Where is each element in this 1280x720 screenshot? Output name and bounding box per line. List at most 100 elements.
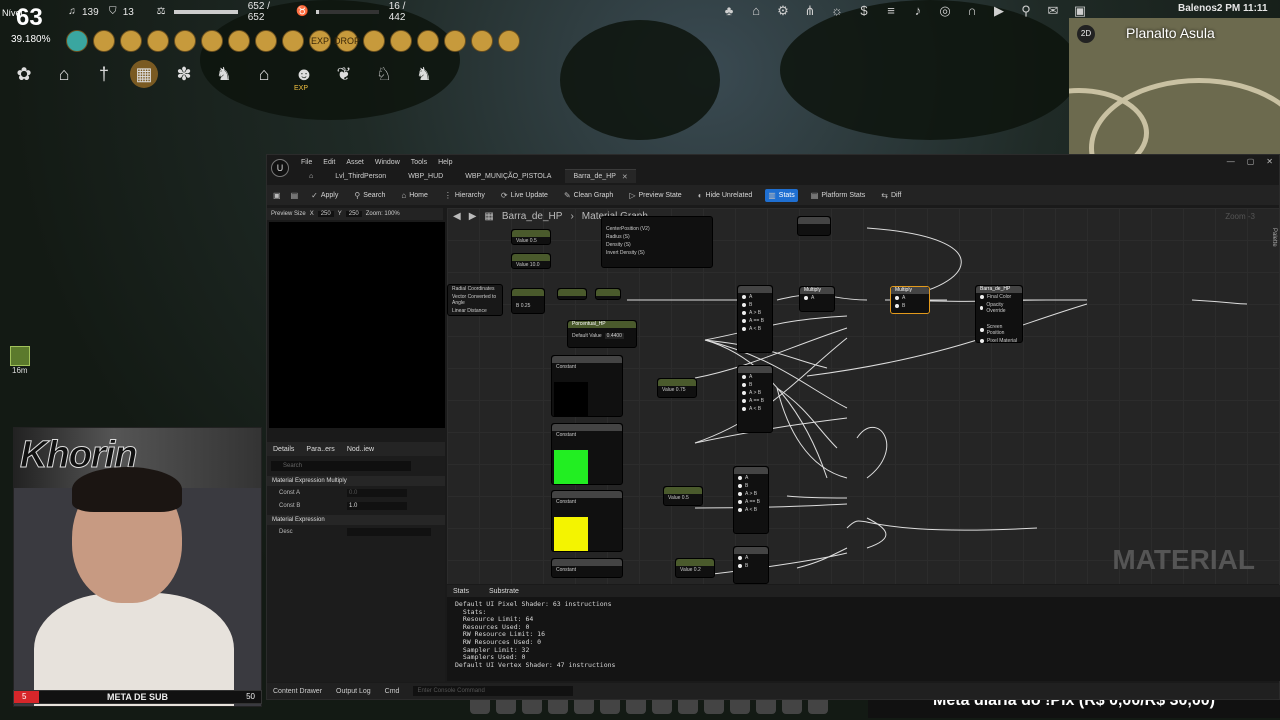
close-tab-icon[interactable]: ✕: [622, 173, 628, 181]
constant-node-4[interactable]: Constant: [551, 558, 623, 578]
buff-icon[interactable]: [417, 30, 439, 52]
bell-icon[interactable]: ♪: [909, 2, 927, 20]
buff-icon[interactable]: [390, 30, 412, 52]
toolbar-preview-state-button[interactable]: ▷ Preview State: [626, 189, 684, 202]
menu-asset[interactable]: Asset: [346, 159, 364, 166]
horse-head-icon[interactable]: ♞: [410, 60, 438, 88]
asset-tab[interactable]: WBP_HUD: [400, 169, 451, 183]
camp-icon[interactable]: ▦: [130, 60, 158, 88]
details-tab[interactable]: Details: [273, 446, 294, 453]
toolbar-hierarchy-button[interactable]: ⋮ Hierarchy: [441, 189, 488, 202]
mask-node[interactable]: B 0.25: [511, 288, 545, 314]
list-icon[interactable]: ≡: [882, 2, 900, 20]
if-node-2[interactable]: A B A > B A == B A < B: [737, 365, 773, 433]
buff-icon[interactable]: [444, 30, 466, 52]
breadcrumb-back-icon[interactable]: ◀: [453, 211, 461, 222]
menu-file[interactable]: File: [301, 159, 312, 166]
save-icon[interactable]: ▣: [273, 191, 281, 200]
menu-edit[interactable]: Edit: [323, 159, 335, 166]
horse-icon[interactable]: ♞: [210, 60, 238, 88]
stats-tab[interactable]: Stats: [453, 588, 469, 595]
output-log-button[interactable]: Output Log: [336, 688, 371, 695]
search-icon[interactable]: ⚲: [1017, 2, 1035, 20]
paw-icon[interactable]: ✽: [170, 60, 198, 88]
toolbar-apply-button[interactable]: ✓ Apply: [308, 189, 341, 202]
palette-tab[interactable]: Palette: [1271, 228, 1277, 247]
toolbar-platform-stats-button[interactable]: ▤ Platform Stats: [808, 189, 869, 202]
toolbar-home-button[interactable]: ⌂ Home: [398, 189, 431, 202]
close-icon[interactable]: ✕: [1266, 157, 1273, 166]
buff-icon[interactable]: [228, 30, 250, 52]
toolbar-hide-unrelated-button[interactable]: ◐ Hide Unrelated: [695, 189, 756, 202]
toolbar-stats-button[interactable]: ▥ Stats: [765, 188, 798, 202]
constant-green-node[interactable]: Constant: [551, 423, 623, 485]
shop-icon[interactable]: ⌂: [747, 2, 765, 20]
headset-icon[interactable]: ∩: [963, 2, 981, 20]
buff-icon[interactable]: [174, 30, 196, 52]
breadcrumb-forward-icon[interactable]: ▶: [469, 211, 477, 222]
preview-zoom[interactable]: Zoom: 100%: [366, 211, 400, 217]
buff-timer-icon[interactable]: [10, 346, 30, 366]
constant-black-node[interactable]: Constant: [551, 355, 623, 417]
scalar-075-node[interactable]: Value 0.75: [657, 378, 697, 398]
details-search-input[interactable]: Search: [271, 461, 411, 471]
toolbar-diff-button[interactable]: ⇆ Diff: [878, 189, 904, 202]
toolbar-search-button[interactable]: ⚲ Search: [351, 189, 388, 202]
dollar-icon[interactable]: $: [855, 2, 873, 20]
const-a-input[interactable]: 0.0: [347, 488, 407, 497]
material-graph[interactable]: ◀ ▶ ▦ Barra_de_HP › Material Graph Zoom …: [447, 208, 1280, 584]
tent-skill-icon[interactable]: ⌂: [250, 60, 278, 88]
multiply-node-selected[interactable]: Multiply A B: [890, 286, 930, 314]
buff-icon[interactable]: [255, 30, 277, 52]
party-icon[interactable]: ☻ EXP: [290, 60, 318, 93]
material-output-node[interactable]: Barra_de_HP Final Color Opacity Override…: [975, 285, 1023, 344]
if-node-3[interactable]: A B A > B A == B A < B: [733, 466, 769, 534]
buff-icon[interactable]: [363, 30, 385, 52]
details-tab[interactable]: Para..ers: [306, 446, 334, 453]
buff-icon[interactable]: [147, 30, 169, 52]
buff-icon[interactable]: [282, 30, 304, 52]
multiply-node-1[interactable]: Multiply A: [799, 286, 835, 312]
menu-help[interactable]: Help: [438, 159, 452, 166]
network-icon[interactable]: ⋔: [801, 2, 819, 20]
material-preview[interactable]: [269, 222, 445, 428]
stats-tab[interactable]: Substrate: [489, 588, 519, 595]
tree-icon[interactable]: ♣: [720, 2, 738, 20]
toolbar-live-update-button[interactable]: ⟳ Live Update: [498, 189, 551, 202]
solare-icon[interactable]: ☼: [828, 2, 846, 20]
horse-gear-icon[interactable]: ♘: [370, 60, 398, 88]
scalar-02-node[interactable]: Value 0.2: [675, 558, 715, 578]
buff-icon[interactable]: [201, 30, 223, 52]
buff-icon[interactable]: [93, 30, 115, 52]
constant-yellow-node[interactable]: Constant: [551, 490, 623, 552]
if-node-1[interactable]: A B A > B A == B A < B: [737, 285, 773, 353]
buff-icon[interactable]: [66, 30, 88, 52]
toolbar-clean-graph-button[interactable]: ✎ Clean Graph: [561, 189, 616, 202]
mail-icon[interactable]: ✉: [1044, 2, 1062, 20]
tent-icon[interactable]: †: [90, 60, 118, 88]
section-expression[interactable]: Material Expression: [267, 515, 445, 525]
scalar-node-b[interactable]: Value 10.0: [511, 253, 551, 269]
browse-icon[interactable]: ▤: [291, 191, 299, 200]
buff-icon[interactable]: [498, 30, 520, 52]
porcentual-hp-param[interactable]: Porcentual_HP Default Value 0.4400: [567, 320, 637, 348]
asset-tab[interactable]: Lvl_ThirdPerson: [327, 169, 394, 183]
menu-tools[interactable]: Tools: [411, 159, 427, 166]
default-value-input[interactable]: 0.4400: [604, 333, 624, 339]
console-input[interactable]: Enter Console Command: [413, 686, 574, 696]
buff-icon[interactable]: DROP: [334, 30, 360, 52]
desc-input[interactable]: [347, 527, 431, 536]
buff-icon[interactable]: EXP: [309, 30, 331, 52]
preview-x-input[interactable]: 250: [317, 211, 334, 217]
buff-icon[interactable]: [471, 30, 493, 52]
home-tab-icon[interactable]: ⌂: [301, 169, 321, 183]
menu-window[interactable]: Window: [375, 159, 400, 166]
top-param-node[interactable]: [797, 216, 831, 236]
asset-tab[interactable]: Barra_de_HP ✕: [565, 169, 636, 183]
preview-y-input[interactable]: 250: [345, 211, 362, 217]
settings-icon[interactable]: ⚙: [774, 2, 792, 20]
minimap[interactable]: 2D Planalto Asula: [1069, 18, 1280, 154]
cmd-button[interactable]: Cmd: [385, 688, 400, 695]
section-expression-multiply[interactable]: Material Expression Multiply: [267, 476, 445, 486]
compass-icon[interactable]: ◎: [936, 2, 954, 20]
